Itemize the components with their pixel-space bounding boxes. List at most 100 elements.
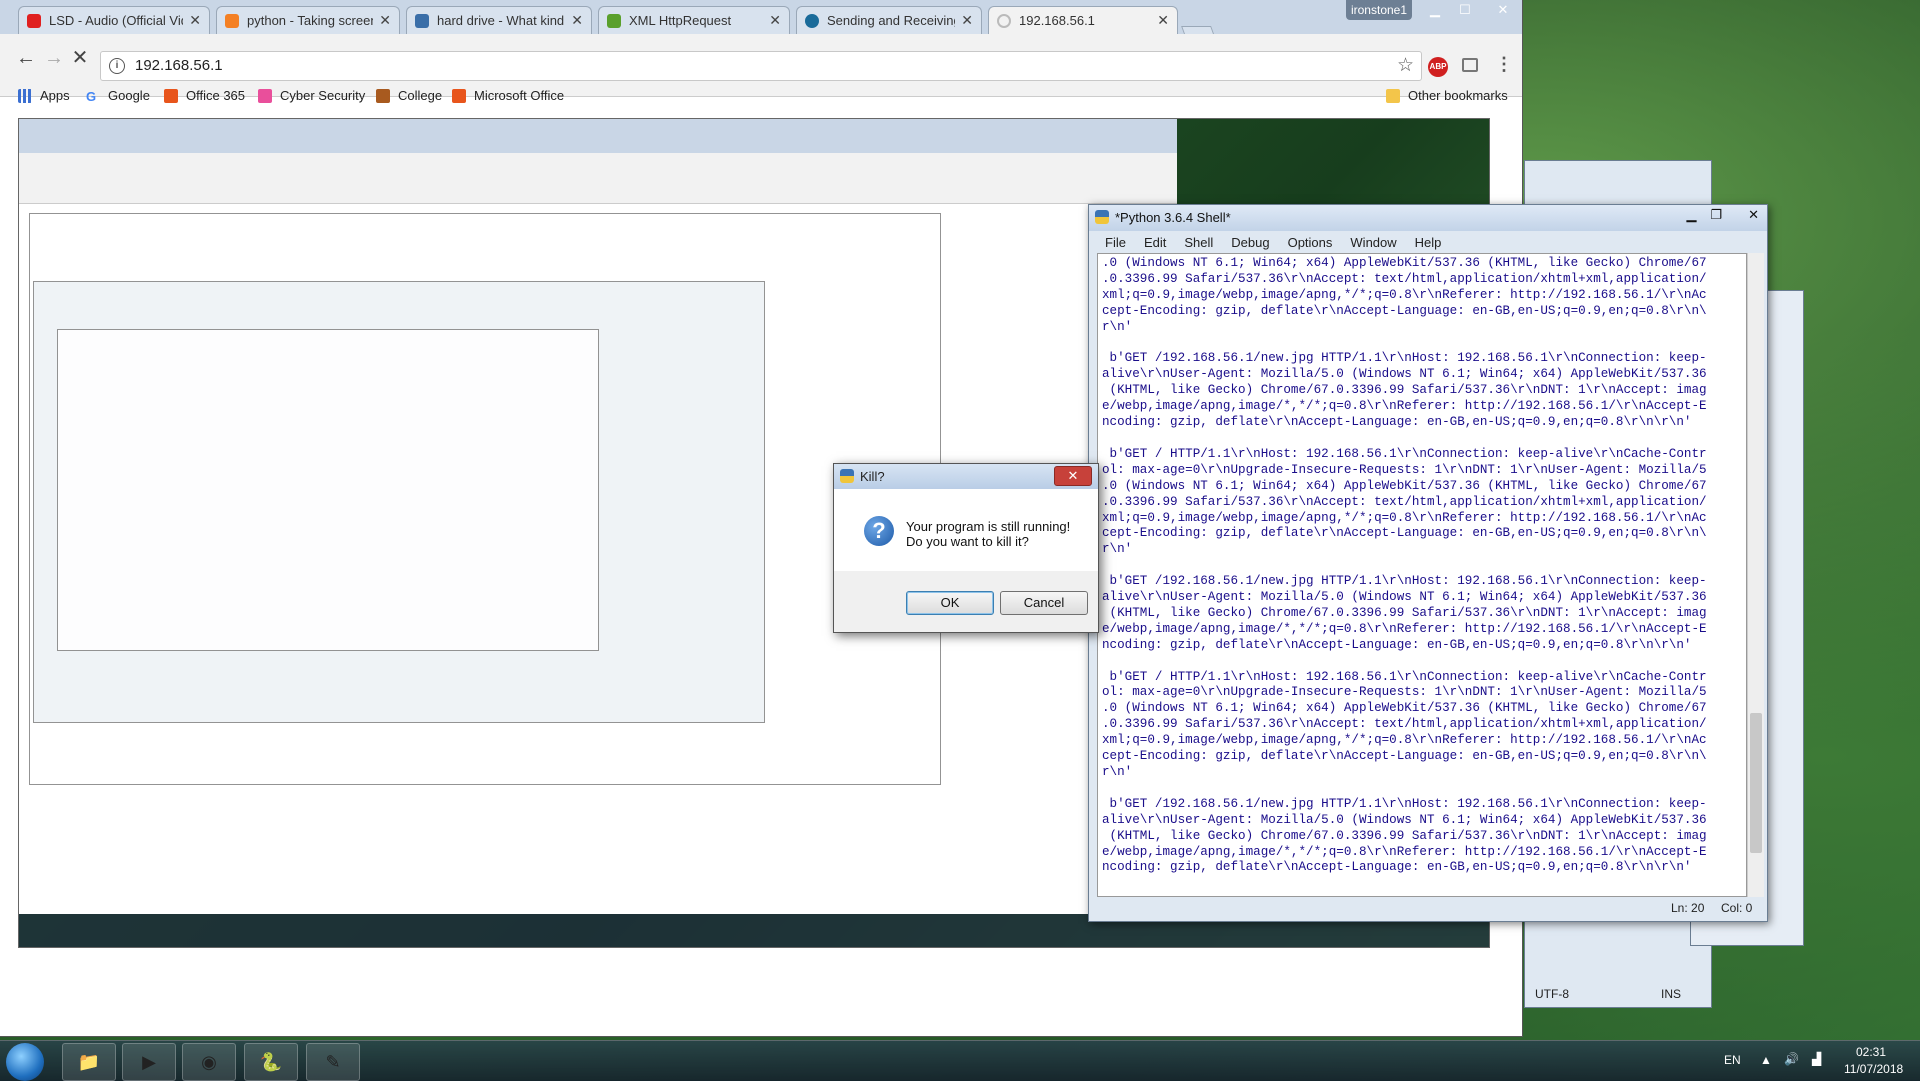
folder-icon xyxy=(1386,88,1400,103)
tab-label: XML HttpRequest xyxy=(629,13,732,28)
tab-xml-httprequest[interactable]: XML HttpRequest ✕ xyxy=(598,6,790,34)
tab-hard-drive[interactable]: hard drive - What kind of ✕ xyxy=(406,6,592,34)
chrome-taskbar-icon[interactable]: ◉ xyxy=(182,1043,236,1081)
adblock-plus-icon[interactable]: ABP xyxy=(1428,57,1448,77)
minimize-icon[interactable]: ▁ xyxy=(1420,0,1450,20)
shell-output-line: ol: max-age=0\r\nUpgrade-Insecure-Reques… xyxy=(1102,462,1707,477)
menu-help[interactable]: Help xyxy=(1407,233,1452,253)
shell-output-line: cept-Encoding: gzip, deflate\r\nAccept-L… xyxy=(1102,526,1707,541)
language-indicator[interactable]: EN xyxy=(1724,1053,1741,1067)
python-icon xyxy=(840,469,854,483)
menu-window[interactable]: Window xyxy=(1342,233,1406,253)
maximize-icon[interactable]: ☐ xyxy=(1450,0,1480,20)
start-button[interactable] xyxy=(6,1043,44,1081)
close-icon[interactable]: ✕ xyxy=(1054,466,1092,486)
tab-strip: LSD - Audio (Official Vide ✕ python - Ta… xyxy=(0,0,1522,42)
shell-output-line: .0.3396.99 Safari/537.36\r\nAccept: text… xyxy=(1102,717,1707,732)
minimize-icon[interactable]: ▁ xyxy=(1686,207,1696,223)
close-tab-icon[interactable]: ✕ xyxy=(1157,12,1169,29)
superuser-icon xyxy=(415,13,429,28)
menu-edit[interactable]: Edit xyxy=(1136,233,1176,253)
forward-arrow-icon[interactable]: → xyxy=(40,44,68,72)
close-tab-icon[interactable]: ✕ xyxy=(379,12,391,29)
tab-label: Sending and Receiving B xyxy=(827,13,956,28)
shell-output-line: xml;q=0.9,image/webp,image/apng,*/*;q=0.… xyxy=(1102,287,1707,302)
office-icon xyxy=(164,88,178,103)
menu-shell[interactable]: Shell xyxy=(1176,233,1223,253)
tab-python-screenshot[interactable]: python - Taking screensh ✕ xyxy=(216,6,400,34)
ok-button[interactable]: OK xyxy=(906,591,994,615)
kill-dialog[interactable]: Kill? ✕ ? Your program is still running!… xyxy=(833,463,1099,633)
vertical-scrollbar[interactable] xyxy=(1747,253,1764,897)
address-bar[interactable]: i 192.168.56.1 xyxy=(100,51,1422,81)
menu-file[interactable]: File xyxy=(1097,233,1136,253)
bookmark-microsoft-office[interactable]: Microsoft Office xyxy=(452,88,564,103)
bookmark-office365[interactable]: Office 365 xyxy=(164,88,245,103)
shell-output-line xyxy=(1102,781,1742,797)
bookmark-label: Microsoft Office xyxy=(474,88,565,103)
bookmark-label: Apps xyxy=(40,88,70,103)
system-tray: EN ▲ 🔊 ▟ 02:31 11/07/2018 xyxy=(1620,1041,1920,1081)
explorer-taskbar-icon[interactable]: 📁 xyxy=(62,1043,116,1081)
shell-output-line: ncoding: gzip, deflate\r\nAccept-Languag… xyxy=(1102,860,1692,875)
close-tab-icon[interactable]: ✕ xyxy=(769,12,781,29)
shell-output[interactable]: .0 (Windows NT 6.1; Win64; x64) AppleWeb… xyxy=(1097,253,1747,897)
insert-mode-status: INS xyxy=(1661,987,1682,1001)
shell-output-line: .0.3396.99 Safari/537.36\r\nAccept: text… xyxy=(1102,271,1707,286)
stop-icon[interactable]: ✕ xyxy=(66,44,94,72)
shell-output-line: ncoding: gzip, deflate\r\nAccept-Languag… xyxy=(1102,415,1692,430)
media-player-taskbar-icon[interactable]: ▶ xyxy=(122,1043,176,1081)
profile-badge[interactable]: ironstone1 xyxy=(1346,0,1412,20)
cancel-button[interactable]: Cancel xyxy=(1000,591,1088,615)
menu-debug[interactable]: Debug xyxy=(1223,233,1279,253)
close-icon[interactable]: ✕ xyxy=(1748,207,1759,223)
shell-output-line: r\n' xyxy=(1102,765,1133,779)
bookmark-cyber-security[interactable]: Cyber Security xyxy=(258,88,365,103)
extension-icon[interactable] xyxy=(1462,58,1478,72)
network-icon[interactable]: ▟ xyxy=(1812,1052,1821,1066)
python-taskbar-icon[interactable]: 🐍 xyxy=(244,1043,298,1081)
python-shell-titlebar[interactable]: *Python 3.6.4 Shell* ▁ ❐ ✕ xyxy=(1089,205,1767,231)
bookmark-label: Google xyxy=(108,88,150,103)
python-icon xyxy=(1095,210,1109,224)
python-shell-window[interactable]: *Python 3.6.4 Shell* ▁ ❐ ✕ File Edit She… xyxy=(1088,204,1768,922)
close-tab-icon[interactable]: ✕ xyxy=(961,12,973,29)
bookmark-star-icon[interactable]: ☆ xyxy=(1397,54,1414,77)
close-tab-icon[interactable]: ✕ xyxy=(189,12,201,29)
bookmark-college[interactable]: College xyxy=(376,88,442,103)
dialog-titlebar[interactable]: Kill? ✕ xyxy=(834,464,1098,489)
site-icon xyxy=(805,13,819,28)
shell-output-line: .0.3396.99 Safari/537.36\r\nAccept: text… xyxy=(1102,494,1707,509)
show-hidden-icons-icon[interactable]: ▲ xyxy=(1760,1053,1772,1067)
back-arrow-icon[interactable]: ← xyxy=(12,44,40,72)
shell-output-line: cept-Encoding: gzip, deflate\r\nAccept-L… xyxy=(1102,303,1707,318)
volume-icon[interactable]: 🔊 xyxy=(1784,1052,1799,1066)
info-icon[interactable]: i xyxy=(109,58,125,74)
youtube-icon xyxy=(27,13,41,28)
shell-output-line xyxy=(1102,558,1742,574)
shell-output-line xyxy=(1102,336,1742,352)
tab-192-168-56-1[interactable]: 192.168.56.1 ✕ xyxy=(988,6,1178,34)
close-icon[interactable]: ✕ xyxy=(1480,0,1526,20)
scrollbar-thumb[interactable] xyxy=(1750,713,1762,853)
tab-lsd-audio[interactable]: LSD - Audio (Official Vide ✕ xyxy=(18,6,210,34)
menu-options[interactable]: Options xyxy=(1280,233,1343,253)
shell-output-line: b'GET / HTTP/1.1\r\nHost: 192.168.56.1\r… xyxy=(1102,446,1707,461)
other-bookmarks[interactable]: Other bookmarks xyxy=(1386,88,1508,103)
clock-time[interactable]: 02:31 xyxy=(1856,1045,1886,1059)
bookmark-google[interactable]: G Google xyxy=(86,88,150,104)
editor-taskbar-icon[interactable]: ✎ xyxy=(306,1043,360,1081)
close-tab-icon[interactable]: ✕ xyxy=(571,12,583,29)
shell-output-line xyxy=(1102,654,1742,670)
tab-sending-receiving[interactable]: Sending and Receiving B ✕ xyxy=(796,6,982,34)
clock-date[interactable]: 11/07/2018 xyxy=(1844,1062,1903,1076)
office-icon xyxy=(452,88,466,103)
maximize-icon[interactable]: ❐ xyxy=(1710,207,1722,223)
shell-output-line: ol: max-age=0\r\nUpgrade-Insecure-Reques… xyxy=(1102,685,1707,700)
bookmark-label: Office 365 xyxy=(186,88,246,103)
menu-icon[interactable]: ⋮ xyxy=(1495,54,1513,75)
shell-output-line: b'GET / HTTP/1.1\r\nHost: 192.168.56.1\r… xyxy=(1102,669,1707,684)
shell-output-line: alive\r\nUser-Agent: Mozilla/5.0 (Window… xyxy=(1102,367,1707,382)
bookmark-apps[interactable]: Apps xyxy=(18,88,70,103)
shell-output-line: cept-Encoding: gzip, deflate\r\nAccept-L… xyxy=(1102,749,1707,764)
